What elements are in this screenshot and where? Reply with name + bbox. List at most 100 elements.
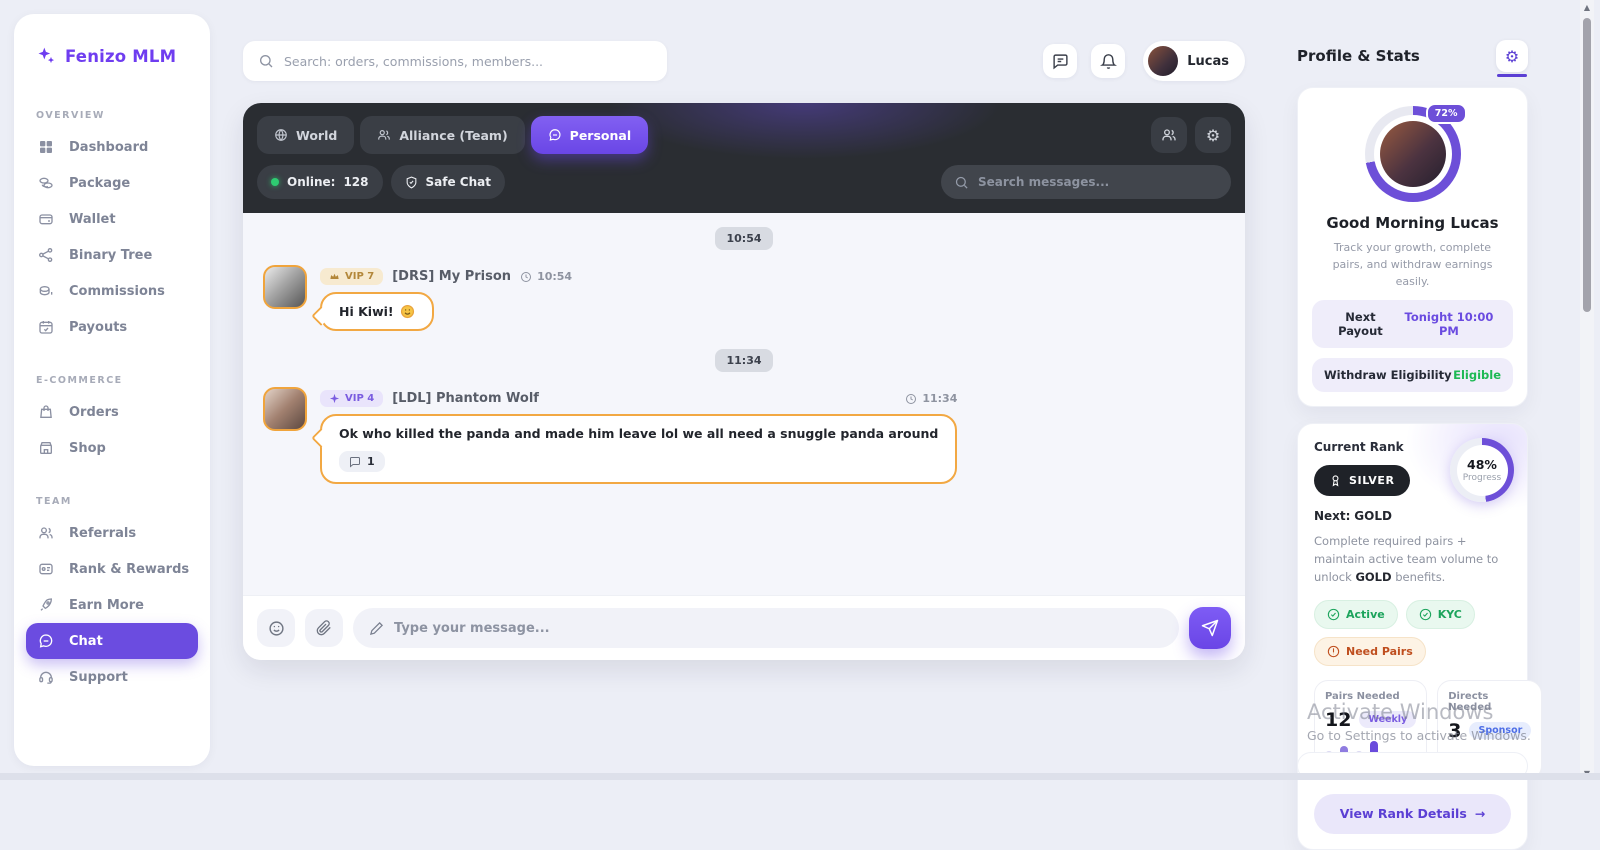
send-plane-icon <box>1201 619 1219 637</box>
section-label-overview: OVERVIEW <box>36 110 105 121</box>
chat-messages[interactable]: 10:54 VIP 7 [DRS] My Prison 10:54 Hi Kiw… <box>243 213 1245 595</box>
greeting-subtitle: Track your growth, complete pairs, and w… <box>1332 241 1493 289</box>
sidebar-item-label: Referrals <box>69 525 137 541</box>
smiley-emoji-icon <box>400 304 415 319</box>
time-divider: 11:34 <box>715 349 773 372</box>
sidebar-item-chat[interactable]: Chat <box>26 623 198 659</box>
eligibility-status: Eligible <box>1453 368 1501 383</box>
pairs-tag: Weekly <box>1359 711 1417 729</box>
network-icon <box>38 247 54 263</box>
tab-alliance[interactable]: Alliance (Team) <box>360 116 525 154</box>
wallet-icon <box>38 211 54 227</box>
storefront-icon <box>38 440 54 456</box>
tab-label: Alliance (Team) <box>399 127 508 143</box>
brand-name: Fenizo MLM <box>65 46 177 66</box>
coins-icon <box>38 175 54 191</box>
clock-icon <box>520 271 532 283</box>
global-search-input[interactable] <box>284 53 652 69</box>
rocket-icon <box>38 597 54 613</box>
reply-count-chip[interactable]: 1 <box>339 451 385 472</box>
diamond-icon <box>329 393 340 404</box>
sidebar-item-support[interactable]: Support <box>26 659 198 695</box>
sidebar-item-label: Orders <box>69 404 119 420</box>
sidebar-item-binary-tree[interactable]: Binary Tree <box>26 237 198 273</box>
reply-bubble-icon <box>349 456 361 468</box>
pairs-needed-value: 12 <box>1325 708 1352 731</box>
tab-world[interactable]: World <box>257 116 355 154</box>
global-search[interactable] <box>243 41 667 81</box>
message-search-input[interactable] <box>978 175 1218 189</box>
time-divider: 10:54 <box>715 227 773 250</box>
bag-icon <box>38 404 54 420</box>
directs-tag: Sponsor <box>1469 722 1532 740</box>
medal-icon <box>1329 474 1342 487</box>
sidebar-item-dashboard[interactable]: Dashboard <box>26 129 198 165</box>
alert-circle-icon <box>1327 645 1340 658</box>
bell-icon <box>1099 53 1117 70</box>
view-rank-details-button[interactable]: View Rank Details → <box>1314 793 1511 834</box>
scrollbar-thumb[interactable] <box>1583 18 1591 312</box>
rank-badge[interactable]: SILVER <box>1314 465 1410 497</box>
sidebar-item-label: Commissions <box>69 283 165 299</box>
message-time: 10:54 <box>520 270 572 283</box>
sidebar-item-orders[interactable]: Orders <box>26 394 198 430</box>
users-icon <box>38 525 54 541</box>
sidebar-item-package[interactable]: Package <box>26 165 198 201</box>
sidebar-item-earn-more[interactable]: Earn More <box>26 587 198 623</box>
sidebar-item-referrals[interactable]: Referrals <box>26 515 198 551</box>
notifications-button[interactable] <box>1091 44 1126 78</box>
chat-message: VIP 4 [LDL] Phantom Wolf 11:34 Ok who ki… <box>261 387 1227 484</box>
sidebar: Fenizo MLM OVERVIEW Dashboard Package Wa… <box>14 14 210 766</box>
online-pill[interactable]: Online: 128 <box>257 165 383 199</box>
search-icon <box>258 53 274 69</box>
attach-button[interactable] <box>305 609 343 647</box>
sidebar-item-label: Rank & Rewards <box>69 561 190 577</box>
brand-logo[interactable]: Fenizo MLM <box>14 14 210 72</box>
message-bubble[interactable]: Ok who killed the panda and made him lea… <box>320 414 958 484</box>
profile-avatar[interactable] <box>1379 121 1446 187</box>
pencil-icon <box>369 621 384 636</box>
sender-name[interactable]: [DRS] My Prison <box>392 269 511 284</box>
message-input[interactable] <box>394 620 1163 636</box>
tab-personal[interactable]: Personal <box>530 116 649 154</box>
badge-card-icon <box>38 561 54 577</box>
members-icon <box>1161 127 1177 143</box>
message-bubble[interactable]: Hi Kiwi! <box>320 292 434 331</box>
status-chip-need-pairs: Need Pairs <box>1314 636 1426 666</box>
sidebar-item-label: Binary Tree <box>69 247 153 263</box>
chat-settings-button[interactable]: ⚙ <box>1195 117 1231 153</box>
user-menu[interactable]: Lucas <box>1143 41 1245 81</box>
message-input-box[interactable] <box>353 608 1179 648</box>
panel-title: Profile & Stats <box>1297 47 1420 65</box>
messages-button[interactable] <box>1043 44 1078 78</box>
sidebar-item-rank-rewards[interactable]: Rank & Rewards <box>26 551 198 587</box>
sidebar-item-label: Dashboard <box>69 139 149 155</box>
sidebar-item-shop[interactable]: Shop <box>26 430 198 466</box>
page-scrollbar[interactable]: ▲ ▼ <box>1580 0 1594 780</box>
topbar: Lucas <box>243 40 1245 82</box>
sidebar-item-commissions[interactable]: Commissions <box>26 273 198 309</box>
headset-icon <box>38 669 54 685</box>
dashboard-icon <box>38 139 54 155</box>
profile-settings-button[interactable]: ⚙ <box>1496 40 1528 72</box>
sidebar-item-wallet[interactable]: Wallet <box>26 201 198 237</box>
message-avatar[interactable] <box>263 387 307 431</box>
safe-chat-pill[interactable]: Safe Chat <box>390 165 505 199</box>
crown-icon <box>329 271 340 282</box>
withdraw-eligibility-row: Withdraw Eligibility Eligible <box>1312 358 1513 393</box>
sidebar-item-payouts[interactable]: Payouts <box>26 309 198 345</box>
sender-name[interactable]: [LDL] Phantom Wolf <box>392 391 539 406</box>
status-chip-active: Active <box>1314 599 1398 629</box>
emoji-button[interactable] <box>257 609 295 647</box>
scroll-up-arrow[interactable]: ▲ <box>1580 0 1594 14</box>
message-avatar[interactable] <box>263 265 307 309</box>
commissions-icon <box>38 283 54 299</box>
message-search[interactable] <box>941 165 1231 199</box>
chat-header: World Alliance (Team) Personal ⚙ Online:… <box>243 103 1245 213</box>
check-circle-icon <box>1327 608 1340 621</box>
members-button[interactable] <box>1151 117 1187 153</box>
send-button[interactable] <box>1189 607 1231 649</box>
rank-description: Complete required pairs + maintain activ… <box>1314 534 1499 584</box>
online-dot-icon <box>271 178 279 186</box>
directs-needed-value: 3 <box>1448 719 1462 742</box>
